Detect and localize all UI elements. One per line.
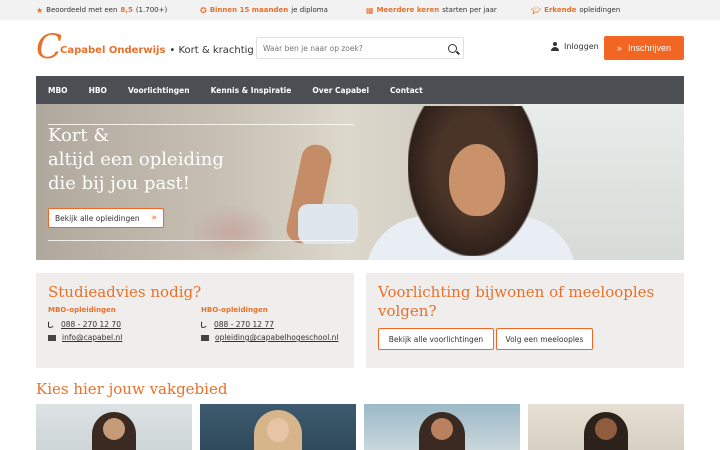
chevron-double-right-icon: » bbox=[616, 43, 622, 53]
signup-button[interactable]: » Inschrijven bbox=[604, 36, 684, 60]
star-icon: ★ bbox=[36, 5, 44, 15]
search-input[interactable] bbox=[263, 43, 448, 53]
chevron-double-right-icon: » bbox=[151, 213, 157, 223]
hbo-email-link[interactable]: opleiding@capabelhogeschool.nl bbox=[215, 333, 339, 342]
mbo-email-link[interactable]: info@capabel.nl bbox=[62, 333, 122, 342]
hero-photo-face bbox=[449, 144, 505, 216]
usp-diploma: ✪ Binnen 15 maanden je diploma bbox=[200, 5, 328, 15]
nav-item-mbo[interactable]: MBO bbox=[48, 86, 68, 95]
main-nav: MBO HBO Voorlichtingen Kennis & Inspirat… bbox=[36, 76, 684, 104]
hero-plant bbox=[186, 204, 276, 260]
vakgebied-tile-1[interactable] bbox=[36, 404, 192, 450]
calendar-icon: ▦ bbox=[366, 5, 374, 15]
nav-item-hbo[interactable]: HBO bbox=[89, 86, 107, 95]
hbo-phone-link[interactable]: 088 - 270 12 77 bbox=[214, 320, 274, 329]
phone-icon bbox=[48, 321, 55, 328]
usp-bar: ★ Beoordeeld met een 8,5 (1.700+) ✪ Binn… bbox=[0, 0, 720, 20]
tile-photo-face bbox=[595, 418, 617, 440]
tile-photo-face bbox=[103, 418, 125, 440]
voorlichting-title: Voorlichting bijwonen of meelooples volg… bbox=[378, 283, 655, 320]
vakgebied-title: Kies hier jouw vakgebied bbox=[36, 380, 228, 398]
hero-divider-bottom bbox=[48, 240, 354, 241]
award-icon: ✪ bbox=[200, 5, 207, 15]
mbo-phone-link[interactable]: 088 - 270 12 70 bbox=[61, 320, 121, 329]
mail-icon bbox=[48, 334, 56, 341]
vakgebied-tile-2[interactable] bbox=[200, 404, 356, 450]
hbo-contact: HBO-opleidingen 088 - 270 12 77 opleidin… bbox=[201, 306, 339, 342]
nav-item-over-capabel[interactable]: Over Capabel bbox=[312, 86, 369, 95]
hero-cta-button[interactable]: Bekijk alle opleidingen » bbox=[48, 208, 164, 228]
nav-item-contact[interactable]: Contact bbox=[390, 86, 423, 95]
all-voorlichtingen-button[interactable]: Bekijk alle voorlichtingen bbox=[378, 328, 494, 350]
vakgebied-tile-3[interactable] bbox=[364, 404, 520, 450]
hero-banner: Kort & altijd een opleiding die bij jou … bbox=[36, 104, 684, 260]
login-link[interactable]: Inloggen bbox=[551, 42, 599, 51]
studieadvies-card: Studieadvies nodig? MBO-opleidingen 088 … bbox=[36, 273, 354, 368]
voorlichting-card: Voorlichting bijwonen of meelooples volg… bbox=[366, 273, 684, 368]
logo[interactable]: C Capabel Onderwijs • Kort & krachtig bbox=[36, 30, 254, 64]
logo-brand: Capabel Onderwijs bbox=[60, 44, 166, 56]
mail-icon bbox=[201, 334, 209, 341]
nav-item-voorlichtingen[interactable]: Voorlichtingen bbox=[128, 86, 190, 95]
tile-photo-face bbox=[267, 418, 289, 442]
mbo-contact: MBO-opleidingen 088 - 270 12 70 info@cap… bbox=[48, 306, 123, 342]
usp-start: ▦ Meerdere keren starten per jaar bbox=[366, 5, 497, 15]
tile-photo-face bbox=[431, 418, 453, 440]
hero-headline: Kort & altijd een opleiding die bij jou … bbox=[48, 125, 224, 194]
logo-mark: C bbox=[36, 27, 63, 67]
nav-item-kennis-inspiratie[interactable]: Kennis & Inspiratie bbox=[211, 86, 292, 95]
search-box bbox=[256, 37, 464, 59]
phone-icon bbox=[201, 321, 208, 328]
search-icon[interactable] bbox=[448, 43, 457, 53]
vakgebied-tile-4[interactable] bbox=[528, 404, 684, 450]
usp-rating: ★ Beoordeeld met een 8,5 (1.700+) bbox=[36, 5, 168, 15]
studieadvies-title: Studieadvies nodig? bbox=[48, 283, 202, 301]
logo-tagline: • Kort & krachtig bbox=[169, 44, 254, 56]
graduation-cap-icon: 🎓︎ bbox=[531, 5, 542, 15]
site-header: C Capabel Onderwijs • Kort & krachtig In… bbox=[0, 20, 720, 76]
usp-erkend: 🎓︎ Erkende opleidingen bbox=[531, 5, 621, 15]
user-icon bbox=[551, 42, 559, 51]
hero-photo-sleeve bbox=[298, 204, 358, 244]
meelooples-button[interactable]: Volg een meelooples bbox=[496, 328, 593, 350]
